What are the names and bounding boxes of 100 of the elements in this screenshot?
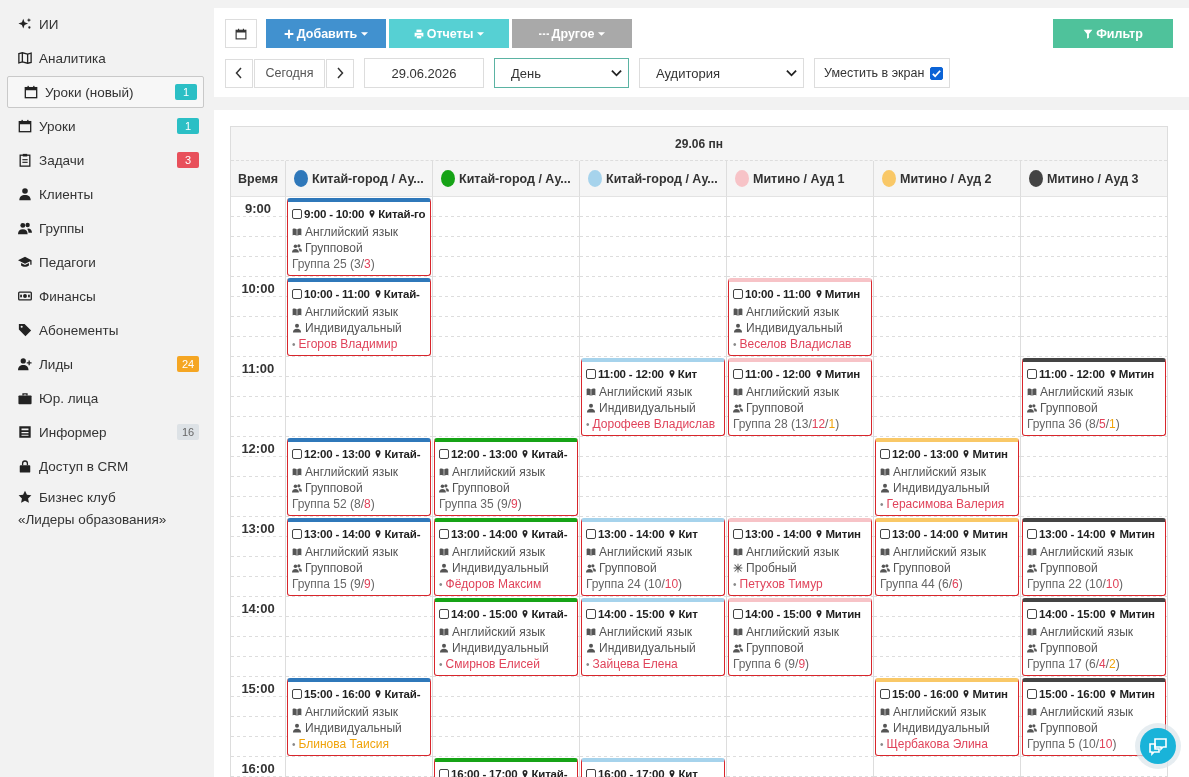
checkbox[interactable] [292, 689, 302, 699]
lesson-card[interactable]: 13:00 - 14:00 Кит Английский язык Групповой Группа 24 (10/10) [581, 518, 725, 596]
checkbox[interactable] [586, 529, 596, 539]
checkbox[interactable] [880, 529, 890, 539]
sidebar-item[interactable]: Информер 16 [7, 416, 204, 448]
lesson-time: 13:00 - 14:00 [745, 528, 812, 540]
location-pin-icon [368, 209, 377, 219]
checkbox[interactable] [1027, 689, 1037, 699]
bullet: • [880, 498, 884, 510]
lesson-card[interactable]: 14:00 - 15:00 Кит Английский язык Индивидуальный • Зайцева Елена [581, 598, 725, 676]
checkbox[interactable] [292, 449, 302, 459]
lesson-place: Митин [1118, 368, 1155, 380]
users-icon [439, 483, 449, 493]
checkbox[interactable] [733, 529, 743, 539]
sidebar-item[interactable]: Аналитика [7, 42, 204, 74]
student-link[interactable]: Егоров Владимир [298, 337, 398, 351]
sidebar-item[interactable]: ИИ [7, 8, 204, 40]
student-link[interactable]: Веселов Владислав [739, 337, 852, 351]
student-link[interactable]: Герасимова Валерия [886, 497, 1005, 511]
fit-screen-toggle[interactable]: Уместить в экран [814, 58, 950, 88]
sidebar-item[interactable]: Лиды 24 [7, 348, 204, 380]
lesson-place: Китай- [384, 688, 421, 700]
sidebar-item[interactable]: Финансы [7, 280, 204, 312]
previous-button[interactable] [225, 58, 253, 88]
location-pin-icon [815, 609, 824, 619]
lesson-card[interactable]: 11:00 - 12:00 Кит Английский язык Индивидуальный • Дорофеев Владислав [581, 358, 725, 436]
lesson-card[interactable]: 14:00 - 15:00 Китай- Английский язык Индивидуальный • Смирнов Елисей [434, 598, 578, 676]
date-field[interactable]: 29.06.2026 [364, 58, 484, 88]
lesson-card[interactable]: 11:00 - 12:00 Митин Английский язык Групповой Группа 28 (13/12/1) [728, 358, 872, 436]
map-icon [18, 51, 32, 65]
checkbox[interactable] [292, 209, 302, 219]
sidebar-item[interactable]: Абонементы [7, 314, 204, 346]
checkbox[interactable] [586, 769, 596, 777]
lesson-card[interactable]: 9:00 - 10:00 Китай-го Английский язык Групповой Группа 25 (3/3) [287, 198, 431, 276]
lesson-card[interactable]: 13:00 - 14:00 Митин Английский язык Групповой Группа 44 (6/6) [875, 518, 1019, 596]
lesson-card[interactable]: 10:00 - 11:00 Китай- Английский язык Индивидуальный • Егоров Владимир [287, 278, 431, 356]
sidebar-item[interactable]: Уроки (новый) 1 [7, 76, 204, 108]
location-pin-icon [1109, 529, 1118, 539]
lesson-card[interactable]: 14:00 - 15:00 Митин Английский язык Групповой Группа 17 (6/4/2) [1022, 598, 1166, 676]
book-icon [1027, 547, 1037, 557]
checkbox[interactable] [439, 529, 449, 539]
lesson-card[interactable]: 12:00 - 13:00 Китай- Английский язык Групповой Группа 35 (9/9) [434, 438, 578, 516]
checkbox[interactable] [930, 66, 943, 80]
lesson-format: Групповой [893, 561, 951, 575]
checkbox[interactable] [292, 289, 302, 299]
user-icon [880, 723, 890, 733]
checkbox[interactable] [1027, 369, 1037, 379]
checkbox[interactable] [1027, 529, 1037, 539]
lesson-card[interactable]: 13:00 - 14:00 Китай- Английский язык Групповой Группа 15 (9/9) [287, 518, 431, 596]
lesson-card[interactable]: 11:00 - 12:00 Митин Английский язык Групповой Группа 36 (8/5/1) [1022, 358, 1166, 436]
calendar-button[interactable] [225, 19, 257, 48]
checkbox[interactable] [292, 529, 302, 539]
lesson-card[interactable]: 13:00 - 14:00 Митин Английский язык Пробный • Петухов Тимур [728, 518, 872, 596]
lesson-card[interactable]: 15:00 - 16:00 Митин Английский язык Групповой Группа 5 (10/10) [1022, 678, 1166, 756]
group-count: Группа 6 (9/9) [733, 657, 810, 671]
view-select[interactable]: День [494, 58, 629, 88]
lesson-card[interactable]: 12:00 - 13:00 Митин Английский язык Индивидуальный • Герасимова Валерия [875, 438, 1019, 516]
student-link[interactable]: Смирнов Елисей [445, 657, 540, 671]
checkbox[interactable] [1027, 609, 1037, 619]
student-link[interactable]: Дорофеев Владислав [592, 417, 716, 431]
graduation-cap-icon [18, 255, 32, 269]
lesson-card[interactable]: 14:00 - 15:00 Митин Английский язык Групповой Группа 6 (9/9) [728, 598, 872, 676]
user-icon [439, 643, 449, 653]
checkbox[interactable] [439, 449, 449, 459]
sidebar-item[interactable]: Уроки 1 [7, 110, 204, 142]
lesson-card[interactable]: 12:00 - 13:00 Китай- Английский язык Групповой Группа 52 (8/8) [287, 438, 431, 516]
lesson-subject: Английский язык [893, 705, 987, 719]
checkbox[interactable] [439, 609, 449, 619]
lesson-card[interactable]: 13:00 - 14:00 Митин Английский язык Групповой Группа 22 (10/10) [1022, 518, 1166, 596]
sidebar-item[interactable]: Педагоги [7, 246, 204, 278]
student-link[interactable]: Фёдоров Максим [445, 577, 542, 591]
student-link[interactable]: Петухов Тимур [739, 577, 823, 591]
checkbox[interactable] [586, 369, 596, 379]
lesson-card[interactable]: 15:00 - 16:00 Китай- Английский язык Индивидуальный • Блинова Таисия [287, 678, 431, 756]
student-link[interactable]: Зайцева Елена [592, 657, 678, 671]
sidebar-item[interactable]: Задачи 3 [7, 144, 204, 176]
checkbox[interactable] [733, 609, 743, 619]
next-button[interactable] [326, 58, 354, 88]
lesson-place: Митин [824, 288, 861, 300]
checkbox[interactable] [733, 289, 743, 299]
sidebar-item[interactable]: Клиенты [7, 178, 204, 210]
student-link[interactable]: Щербакова Элина [886, 737, 988, 751]
book-icon [586, 547, 596, 557]
checkbox[interactable] [880, 449, 890, 459]
lesson-card[interactable]: 13:00 - 14:00 Китай- Английский язык Индивидуальный • Фёдоров Максим [434, 518, 578, 596]
lesson-card[interactable]: 10:00 - 11:00 Митин Английский язык Индивидуальный • Веселов Владислав [728, 278, 872, 356]
checkbox[interactable] [733, 369, 743, 379]
sidebar-item[interactable]: Юр. лица [7, 382, 204, 414]
chevron-left-icon [235, 67, 243, 79]
lesson-card[interactable]: 15:00 - 16:00 Митин Английский язык Индивидуальный • Щербакова Элина [875, 678, 1019, 756]
checkbox[interactable] [586, 609, 596, 619]
checkbox[interactable] [880, 689, 890, 699]
sidebar-item[interactable]: Доступ в CRM [7, 450, 204, 482]
today-button[interactable]: Сегодня [254, 58, 325, 88]
resource-select[interactable]: Аудитория [639, 58, 804, 88]
sidebar-item[interactable]: Группы [7, 212, 204, 244]
sidebar-item[interactable]: Бизнес клуб «Лидеры образования» [7, 484, 204, 532]
checkbox[interactable] [439, 769, 449, 777]
book-icon [439, 467, 449, 477]
chevron-down-icon [611, 69, 622, 77]
